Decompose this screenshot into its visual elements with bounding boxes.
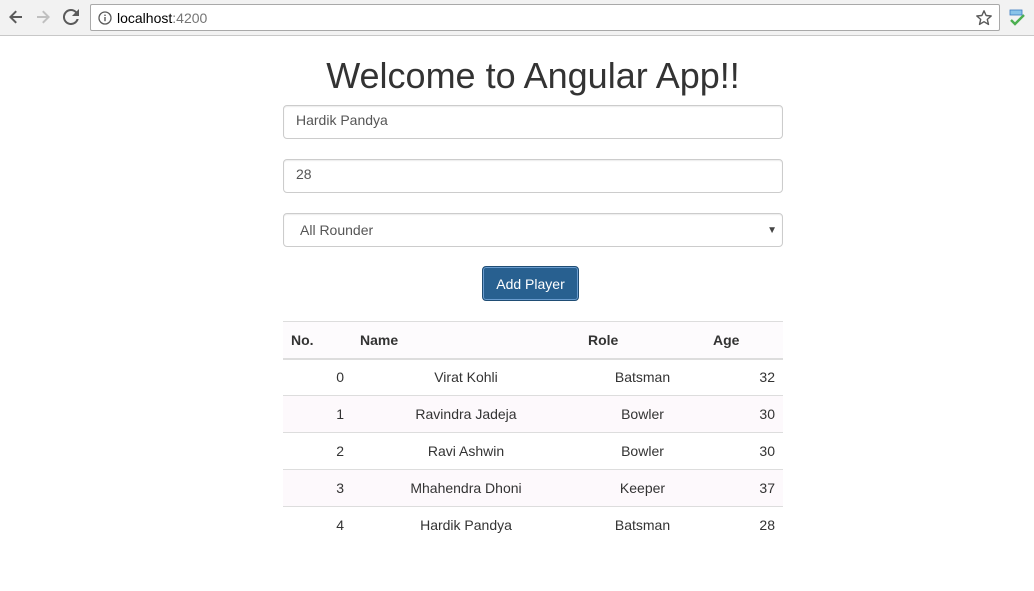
player-age-input[interactable]: 28 (283, 159, 783, 193)
table-row: 3 Mhahendra Dhoni Keeper 37 (283, 469, 783, 507)
player-name-input[interactable]: Hardik Pandya (283, 105, 783, 139)
url-text: localhost:4200 (117, 10, 207, 26)
info-icon[interactable] (98, 11, 112, 25)
chevron-down-icon: ▼ (767, 225, 777, 236)
cell-age: 28 (705, 506, 783, 544)
address-bar[interactable]: localhost:4200 (90, 4, 1000, 31)
cell-role: Keeper (580, 469, 705, 507)
cell-role: Bowler (580, 395, 705, 433)
cell-role: Batsman (580, 358, 705, 396)
cell-name: Hardik Pandya (352, 506, 580, 544)
cell-no: 3 (283, 469, 352, 507)
table-row: 1 Ravindra Jadeja Bowler 30 (283, 395, 783, 433)
table-header-row: No. Name Role Age (283, 321, 783, 360)
table-row: 4 Hardik Pandya Batsman 28 (283, 506, 783, 544)
cell-age: 30 (705, 395, 783, 433)
cell-no: 4 (283, 506, 352, 544)
forward-arrow-icon[interactable] (31, 5, 55, 29)
cell-role: Bowler (580, 432, 705, 470)
role-selected-value: All Rounder (300, 222, 374, 238)
url-host: localhost (117, 10, 173, 26)
page-content: Welcome to Angular App!! Hardik Pandya 2… (0, 36, 1034, 591)
cell-age: 30 (705, 432, 783, 470)
browser-toolbar: localhost:4200 (0, 0, 1034, 36)
table-row: 0 Virat Kohli Batsman 32 (283, 358, 783, 396)
table-row: 2 Ravi Ashwin Bowler 30 (283, 432, 783, 470)
players-table: No. Name Role Age 0 Virat Kohli Batsman … (283, 321, 783, 544)
star-icon[interactable] (975, 9, 993, 27)
reload-icon[interactable] (59, 5, 83, 29)
cell-no: 2 (283, 432, 352, 470)
header-no: No. (283, 321, 352, 360)
player-role-select[interactable]: All Rounder ▼ (283, 213, 783, 247)
cell-no: 1 (283, 395, 352, 433)
cell-no: 0 (283, 358, 352, 396)
add-player-button[interactable]: Add Player (482, 266, 579, 301)
url-port: :4200 (172, 10, 208, 26)
header-age: Age (705, 321, 783, 360)
back-arrow-icon[interactable] (4, 5, 28, 29)
extension-icon[interactable] (1008, 8, 1028, 28)
cell-role: Batsman (580, 506, 705, 544)
cell-name: Mhahendra Dhoni (352, 469, 580, 507)
cell-age: 32 (705, 358, 783, 396)
header-role: Role (580, 321, 705, 360)
cell-name: Ravindra Jadeja (352, 395, 580, 433)
header-name: Name (352, 321, 580, 360)
cell-name: Ravi Ashwin (352, 432, 580, 470)
cell-name: Virat Kohli (352, 358, 580, 396)
page-title: Welcome to Angular App!! (326, 55, 740, 96)
cell-age: 37 (705, 469, 783, 507)
